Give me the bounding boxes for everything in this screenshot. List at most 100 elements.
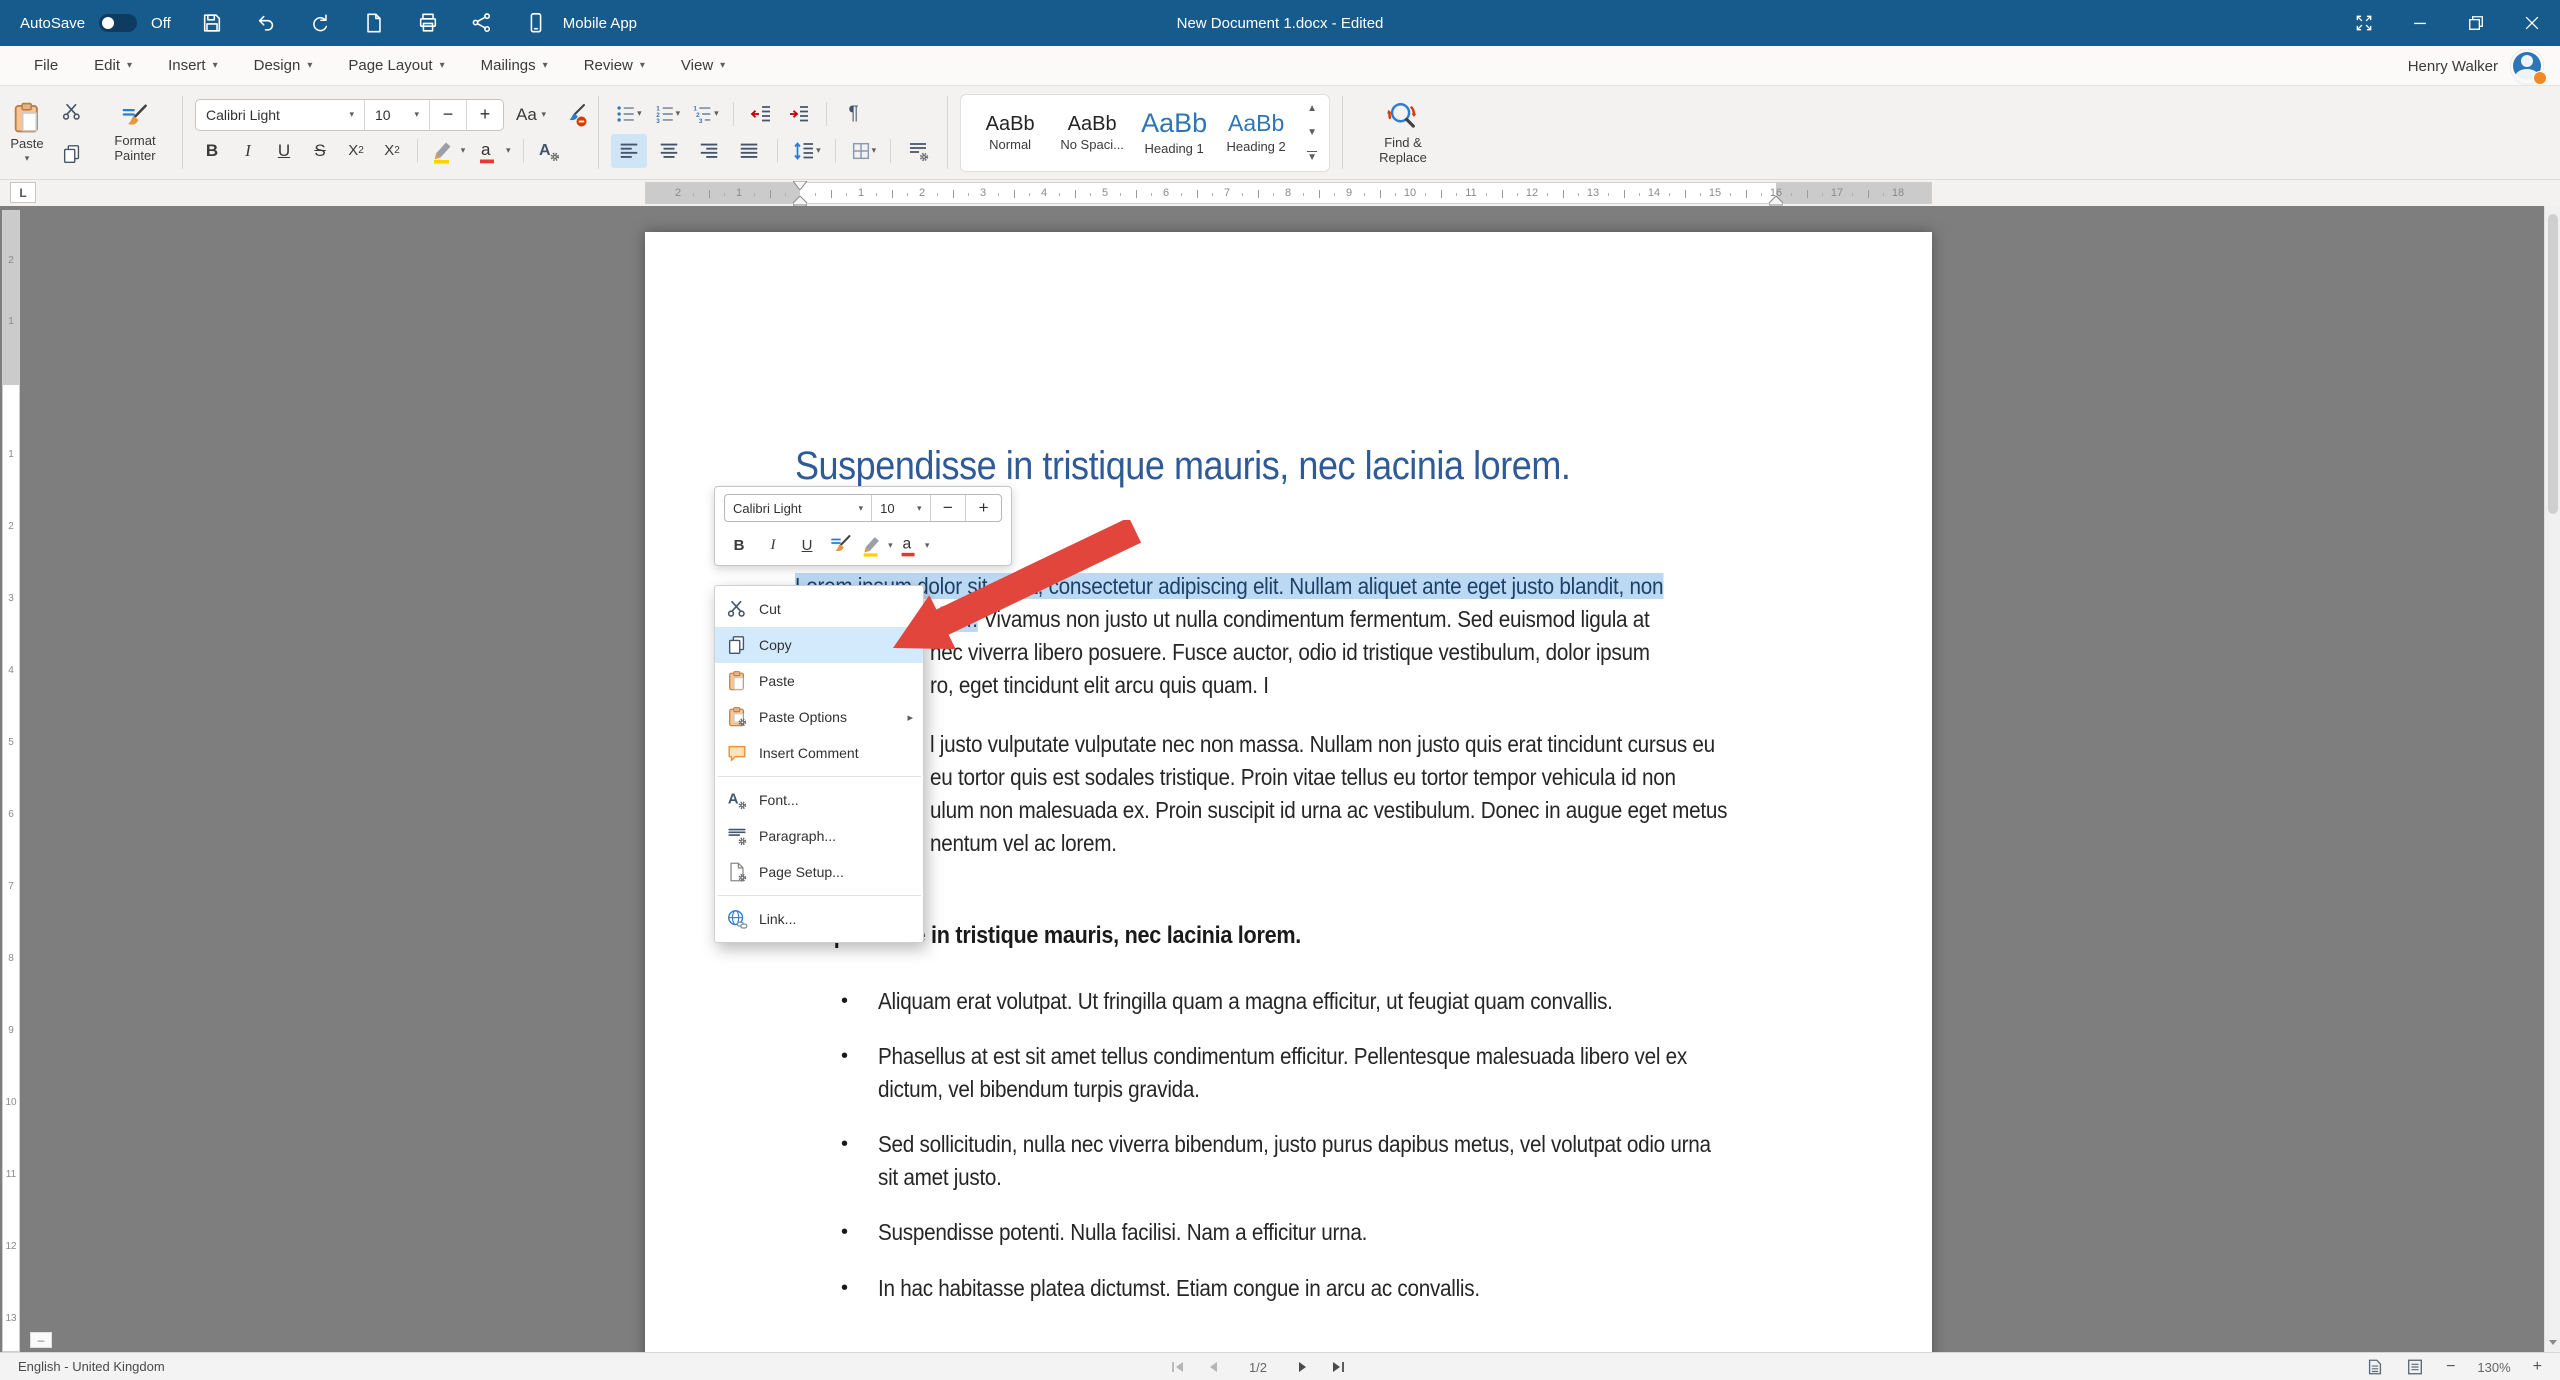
pilcrow-button[interactable]: ¶ [837,98,871,130]
right-indent-marker[interactable] [1769,196,1783,206]
menu-item-insert[interactable]: Insert▾ [154,51,232,80]
zoom-out-button[interactable]: − [2446,1358,2455,1376]
style-heading-2[interactable]: AaBbHeading 2 [1215,111,1297,153]
format-painter-button[interactable]: Format Painter [100,102,170,164]
chevron-down-icon: ▾ [213,60,218,71]
mini-underline-button[interactable]: U [792,532,822,558]
first-page-button[interactable] [1170,1360,1186,1374]
mini-bold-button[interactable]: B [724,532,754,558]
styles-more-arrow[interactable]: ▼ [1307,151,1317,163]
align-right-button[interactable] [691,134,727,168]
strikethrough-button[interactable]: S [303,135,337,167]
find-replace-button[interactable]: Find &Replace [1355,100,1451,166]
menu-item-page-layout[interactable]: Page Layout▾ [334,51,458,80]
bold-button[interactable]: B [195,135,229,167]
redo-icon[interactable] [307,10,333,36]
new-document-icon[interactable] [361,10,387,36]
fullscreen-icon[interactable] [2336,0,2392,46]
first-line-indent-marker[interactable] [793,181,807,190]
mini-font-name-select[interactable]: Calibri Light▾ [725,495,871,521]
change-case-button[interactable]: Aa ▾ [512,99,550,131]
increase-font-button[interactable]: + [467,100,503,130]
autosave-toggle[interactable] [99,14,137,32]
paste-dropdown-arrow[interactable]: ▾ [25,153,30,164]
horizontal-ruler[interactable]: 21123456789101112131415161718 [645,182,1932,204]
decrease-indent-button[interactable] [744,98,778,130]
mini-decrease-font-button[interactable]: − [931,495,966,521]
align-center-button[interactable] [651,134,687,168]
menu-item-design[interactable]: Design▾ [240,51,327,80]
minimize-icon[interactable] [2392,0,2448,46]
borders-button[interactable]: ▾ [846,135,881,167]
menu-item-file[interactable]: File [20,51,72,80]
bullet-list-button[interactable]: ▾ [611,98,646,130]
copy-button[interactable] [54,137,90,171]
language-indicator[interactable]: English - United Kingdom [18,1359,165,1374]
decrease-font-button[interactable]: − [430,100,466,130]
last-page-button[interactable] [1330,1360,1346,1374]
print-layout-view-icon[interactable] [2366,1358,2384,1376]
superscript-button[interactable]: X2 [375,135,409,167]
clear-formatting-button[interactable] [558,99,592,131]
multilevel-list-button[interactable]: 123 ▾ [688,98,723,130]
mobile-app-icon[interactable] [523,10,549,36]
avatar[interactable] [2510,49,2544,83]
context-menu-item-insert-comment[interactable]: Insert Comment [715,735,923,771]
font-settings-button[interactable] [532,135,566,167]
context-menu-item-paste[interactable]: Paste [715,663,923,699]
line-spacing-button[interactable]: ▾ [788,135,825,167]
context-menu-item-page-setup[interactable]: Page Setup... [715,854,923,890]
italic-button[interactable]: I [231,135,265,167]
svg-text:3: 3 [699,118,703,125]
styles-up-arrow[interactable]: ▲ [1307,103,1317,114]
increase-indent-button[interactable] [782,98,816,130]
print-icon[interactable] [415,10,441,36]
mini-italic-button[interactable]: I [758,532,788,558]
scrollbar-thumb[interactable] [2548,214,2558,514]
numbered-list-button[interactable]: 123 ▾ [650,98,685,130]
align-left-button[interactable] [611,134,647,168]
list-settings-button[interactable] [901,135,935,167]
undo-icon[interactable] [253,10,279,36]
web-layout-view-icon[interactable] [2406,1358,2424,1376]
previous-page-button[interactable] [1206,1360,1220,1374]
style-no-spaci-[interactable]: AaBbNo Spaci... [1051,113,1133,152]
zoom-in-button[interactable]: + [2533,1358,2542,1376]
style-heading-1[interactable]: AaBbHeading 1 [1133,109,1215,156]
share-icon[interactable] [469,10,495,36]
subscript-button[interactable]: X2 [339,135,373,167]
clipboard-gear-icon [715,706,759,728]
cut-button[interactable] [54,95,90,129]
justify-button[interactable] [731,134,767,168]
menu-item-review[interactable]: Review▾ [570,51,659,80]
mini-format-painter-button[interactable] [826,532,856,558]
context-menu-item-font[interactable]: Font... [715,782,923,818]
clear-formatting-icon [562,102,588,128]
context-menu-item-paste-options[interactable]: Paste Options▸ [715,699,923,735]
paste-button[interactable]: Paste ▾ [10,101,44,165]
styles-down-arrow[interactable]: ▼ [1307,127,1317,138]
menu-item-view[interactable]: View▾ [667,51,739,80]
font-name-select[interactable]: Calibri Light▾ [196,100,364,130]
mini-font-size-value: 10 [880,501,894,516]
style-normal[interactable]: AaBbNormal [969,113,1051,152]
save-icon[interactable] [199,10,225,36]
close-icon[interactable] [2504,0,2560,46]
mini-increase-font-button[interactable]: + [966,495,1001,521]
menu-item-edit[interactable]: Edit▾ [80,51,146,80]
restore-icon[interactable] [2448,0,2504,46]
next-page-button[interactable] [1296,1360,1310,1374]
font-color-button[interactable]: ▾ [471,135,514,167]
vertical-scrollbar[interactable] [2544,206,2560,1352]
mini-font-size-select[interactable]: 10▾ [872,495,929,521]
tab-selector[interactable]: L [10,182,36,203]
vertical-ruler[interactable]: 2112345678910111213 [2,210,20,1352]
context-menu-item-paragraph[interactable]: Paragraph... [715,818,923,854]
context-menu-item-link[interactable]: Link... [715,901,923,937]
text-highlight-button[interactable]: ▾ [426,135,469,167]
scrollbar-down-arrow[interactable] [2547,1336,2559,1348]
font-size-select[interactable]: 10▾ [365,100,429,130]
ruler-collapse-dash[interactable]: – [30,1332,52,1348]
underline-button[interactable]: U [267,135,301,167]
menu-item-mailings[interactable]: Mailings▾ [467,51,562,80]
